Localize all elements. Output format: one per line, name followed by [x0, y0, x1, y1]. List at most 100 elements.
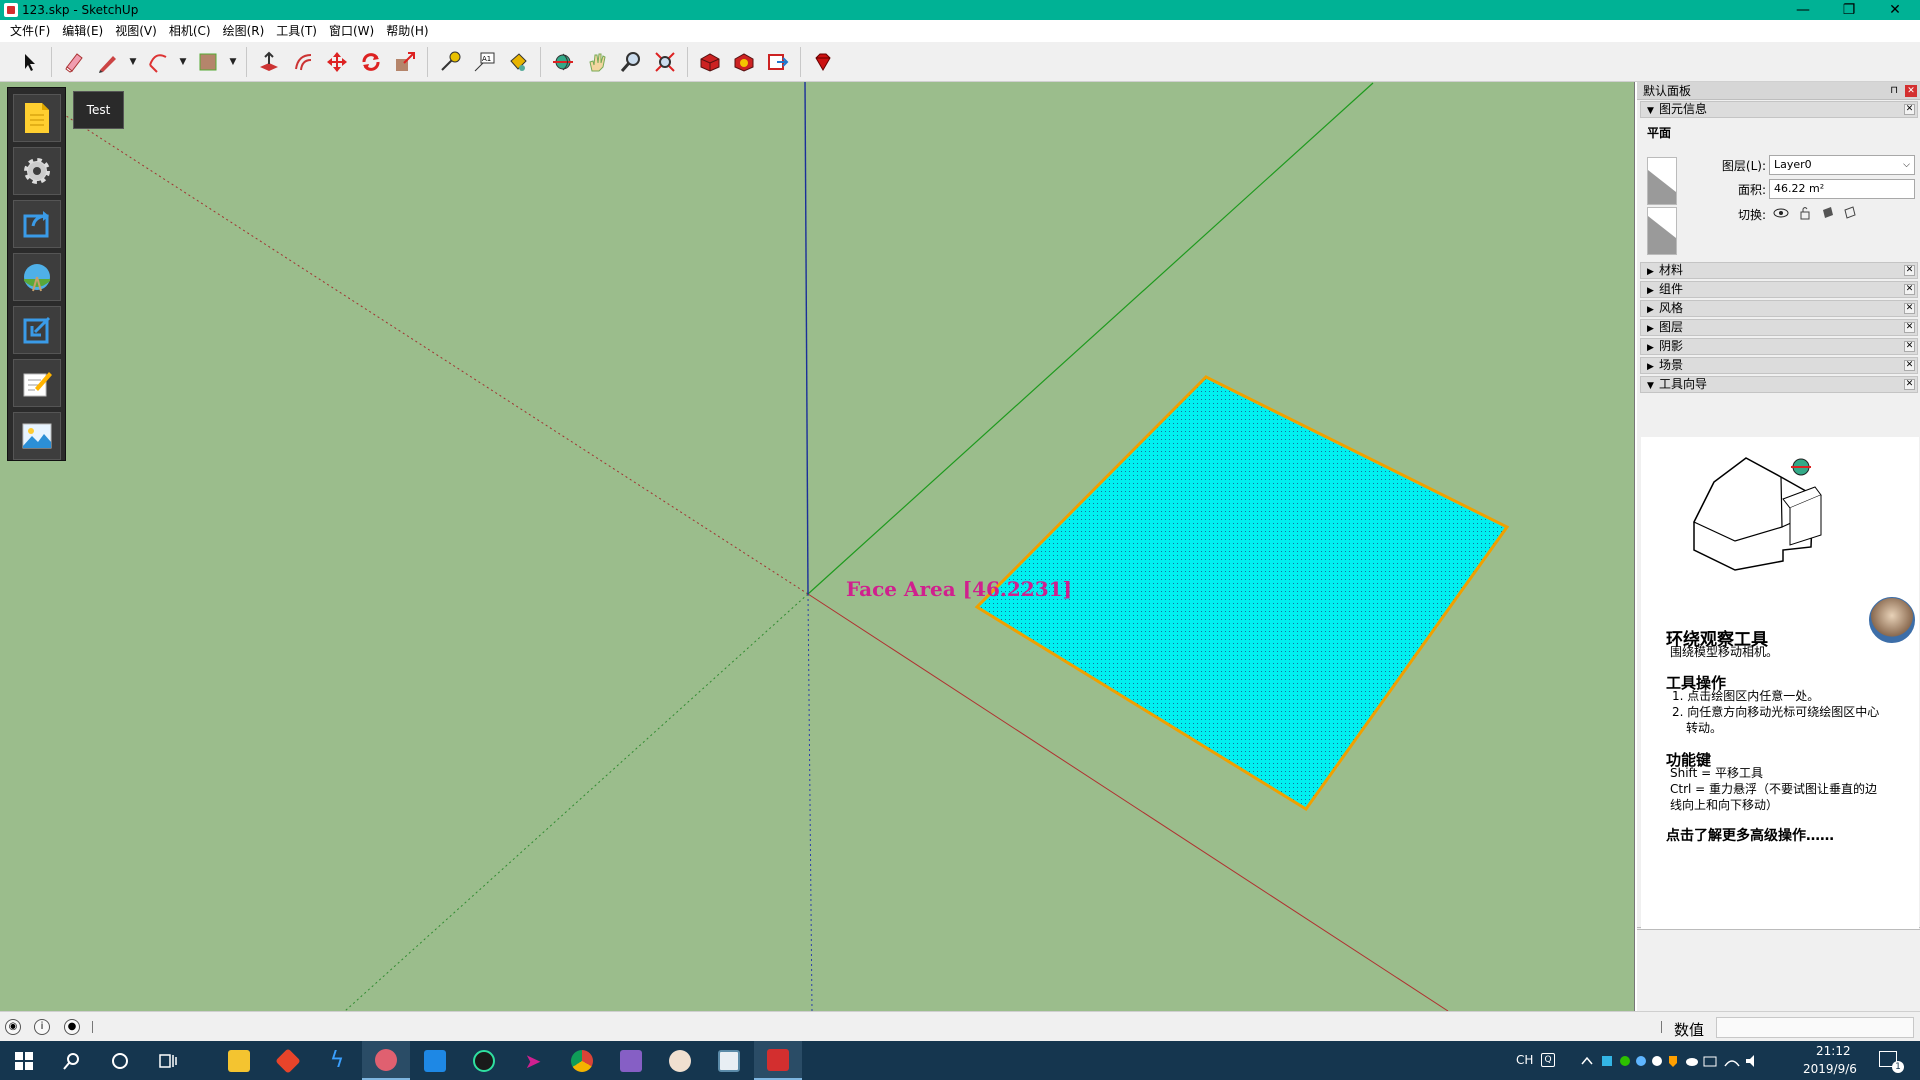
restore-button[interactable]: ❐	[1826, 0, 1872, 20]
tape-measure-tool-button[interactable]	[435, 47, 465, 77]
palette-image-button[interactable]	[13, 412, 61, 460]
close-button[interactable]: ✕	[1872, 0, 1918, 20]
palette-geo-button[interactable]	[13, 253, 61, 301]
front-material-swatch[interactable]	[1647, 157, 1677, 205]
offset-tool-button[interactable]	[288, 47, 318, 77]
send-to-layout-button[interactable]	[763, 47, 793, 77]
panel-styles[interactable]: ▶ 风格 ✕	[1640, 300, 1918, 317]
cortana-button[interactable]	[96, 1041, 144, 1080]
system-tray-icons[interactable]	[1580, 1053, 1780, 1069]
menu-file[interactable]: 文件(F)	[4, 20, 56, 42]
pin-icon[interactable]: ⊓	[1890, 82, 1898, 100]
taskbar-app-green[interactable]	[460, 1041, 508, 1080]
rectangle-tool-button[interactable]	[193, 47, 223, 77]
text-tool-button[interactable]: A1	[469, 47, 499, 77]
material-swatch-icon	[1648, 170, 1676, 204]
menu-edit[interactable]: 编辑(E)	[56, 20, 109, 42]
clock-date[interactable]: 2019/9/6	[1803, 1062, 1857, 1076]
menu-help[interactable]: 帮助(H)	[380, 20, 434, 42]
zoom-extents-button[interactable]	[650, 47, 680, 77]
panel-instructor-header[interactable]: ▼ 工具向导 ✕	[1640, 376, 1918, 393]
zoom-tool-button[interactable]	[616, 47, 646, 77]
menu-tools[interactable]: 工具(T)	[270, 20, 323, 42]
move-tool-button[interactable]	[322, 47, 352, 77]
menu-draw[interactable]: 绘图(R)	[217, 20, 271, 42]
arc-tool-button[interactable]	[143, 47, 173, 77]
rectangle-tool-dropdown[interactable]: ▼	[227, 47, 239, 77]
panel-close-icon[interactable]: ✕	[1904, 104, 1915, 115]
panel-close-icon[interactable]: ✕	[1904, 265, 1915, 276]
notification-badge: 1	[1892, 1061, 1904, 1073]
back-material-swatch[interactable]	[1647, 207, 1677, 255]
drawing-viewport[interactable]: Face Area [46.2231]	[0, 82, 1635, 1011]
palette-settings-button[interactable]	[13, 147, 61, 195]
pan-hand-icon	[589, 53, 606, 71]
layer-select[interactable]: Layer0 ⌵	[1769, 155, 1915, 175]
menu-camera[interactable]: 相机(C)	[163, 20, 217, 42]
tray-close-icon[interactable]: ✕	[1905, 85, 1917, 97]
collapse-triangle-icon: ▼	[1647, 381, 1654, 391]
panel-close-icon[interactable]: ✕	[1904, 303, 1915, 314]
taskbar-vscode[interactable]	[411, 1041, 459, 1080]
taskbar-file-explorer[interactable]	[215, 1041, 263, 1080]
line-tool-dropdown[interactable]: ▼	[127, 47, 139, 77]
panel-close-icon[interactable]: ✕	[1904, 360, 1915, 371]
user-account-icon[interactable]: ●	[64, 1019, 80, 1035]
instructor-more-link[interactable]: 点击了解更多高级操作……	[1666, 825, 1834, 845]
panel-close-icon[interactable]: ✕	[1904, 322, 1915, 333]
rotate-tool-button[interactable]	[356, 47, 386, 77]
taskbar-app-orange[interactable]	[656, 1041, 704, 1080]
panel-components[interactable]: ▶ 组件 ✕	[1640, 281, 1918, 298]
taskbar-visual-studio[interactable]	[607, 1041, 655, 1080]
measurements-input[interactable]	[1716, 1017, 1914, 1038]
palette-edit-button[interactable]	[13, 359, 61, 407]
taskbar-app-blue-bolt[interactable]: ϟ	[313, 1041, 361, 1080]
minimize-button[interactable]: —	[1780, 0, 1826, 20]
wifi-icon	[1724, 1060, 1740, 1067]
area-field[interactable]: 46.22 m²	[1769, 179, 1915, 199]
ime-indicator[interactable]: CH	[1516, 1053, 1533, 1067]
taskbar-app-active[interactable]	[362, 1041, 410, 1080]
warehouse-button[interactable]	[695, 47, 725, 77]
palette-import-button[interactable]	[13, 306, 61, 354]
extension-warehouse-button[interactable]	[729, 47, 759, 77]
layer-select-value: Layer0	[1774, 158, 1812, 171]
palette-export-button[interactable]	[13, 200, 61, 248]
task-view-button[interactable]	[144, 1041, 192, 1080]
eraser-tool-button[interactable]	[59, 47, 89, 77]
panel-close-icon[interactable]: ✕	[1904, 284, 1915, 295]
credits-info-icon[interactable]: i	[34, 1019, 50, 1035]
menu-view[interactable]: 视图(V)	[109, 20, 163, 42]
paint-bucket-tool-button[interactable]	[503, 47, 533, 77]
ruby-extension-button[interactable]	[808, 47, 838, 77]
geo-location-icon[interactable]: ◉	[5, 1019, 21, 1035]
taskbar-app-pink-arrow[interactable]: ➤	[509, 1041, 557, 1080]
menu-window[interactable]: 窗口(W)	[323, 20, 380, 42]
taskbar-app-window[interactable]	[705, 1041, 753, 1080]
panel-close-icon[interactable]: ✕	[1904, 341, 1915, 352]
panel-close-icon[interactable]: ✕	[1904, 379, 1915, 390]
clock-time[interactable]: 21:12	[1816, 1044, 1851, 1058]
search-button[interactable]	[48, 1041, 96, 1080]
taskbar-app-red[interactable]	[264, 1041, 312, 1080]
ime-mode-icon[interactable]: Q	[1541, 1053, 1555, 1067]
taskbar-chrome[interactable]	[558, 1041, 606, 1080]
panel-layers[interactable]: ▶ 图层 ✕	[1640, 319, 1918, 336]
panel-shadows[interactable]: ▶ 阴影 ✕	[1640, 338, 1918, 355]
push-pull-tool-button[interactable]	[254, 47, 284, 77]
panel-scenes[interactable]: ▶ 场景 ✕	[1640, 357, 1918, 374]
select-tool-button[interactable]	[14, 47, 44, 77]
panel-entity-info-header[interactable]: ▼ 图元信息 ✕	[1640, 101, 1918, 118]
scale-tool-button[interactable]	[390, 47, 420, 77]
expand-triangle-icon: ▶	[1647, 286, 1654, 296]
avatar	[1869, 597, 1915, 643]
taskbar-sketchup[interactable]	[754, 1041, 802, 1080]
palette-note-button[interactable]	[13, 94, 61, 142]
arc-tool-dropdown[interactable]: ▼	[177, 47, 189, 77]
panel-materials[interactable]: ▶ 材料 ✕	[1640, 262, 1918, 279]
instructor-op-2: 2. 向任意方向移动光标可绕绘图区中心	[1672, 705, 1880, 719]
line-tool-button[interactable]	[93, 47, 123, 77]
start-button[interactable]	[0, 1041, 48, 1080]
pan-tool-button[interactable]	[582, 47, 612, 77]
orbit-tool-button[interactable]	[548, 47, 578, 77]
